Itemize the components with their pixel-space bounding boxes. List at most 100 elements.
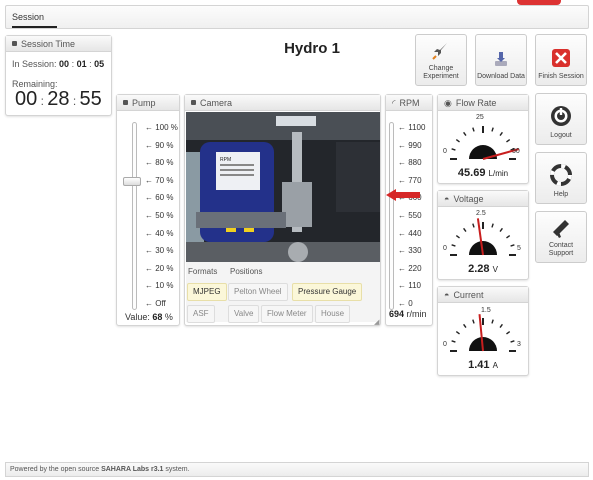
current-tick-mark [463, 323, 467, 328]
current-tick-mark [451, 340, 456, 343]
flow-rate-mid: 25 [476, 114, 484, 121]
voltage-unit: V [492, 265, 498, 274]
rpm-indicator-arrow-icon [386, 188, 420, 201]
format-mjpeg-button[interactable]: MJPEG [187, 283, 227, 301]
change-experiment-label: Change Experiment [423, 65, 459, 80]
panel-icon [12, 41, 17, 46]
pump-value-unit: % [164, 312, 173, 322]
power-icon [550, 105, 572, 127]
voltage-min: 0 [443, 245, 447, 252]
format-asf-button[interactable]: ASF [187, 305, 215, 323]
current-readout: 1.41 A [423, 359, 543, 371]
voltage-tick-mark [499, 227, 503, 232]
tick-arrow-icon: ← [398, 158, 409, 168]
voltage-tick-mark [506, 235, 511, 239]
flow-rate-value: 45.69 [457, 167, 486, 179]
flow-rate-max: 50 [512, 148, 520, 155]
in-session-seconds: 05 [94, 59, 105, 69]
pump-tick: ← Off [145, 299, 166, 308]
position-pressure-gauge-button[interactable]: Pressure Gauge [292, 283, 363, 301]
current-title: Current [453, 289, 484, 300]
voltage-tick-mark [491, 223, 494, 228]
tab-session[interactable]: Session [12, 12, 44, 22]
rpm-value: 694 [389, 309, 405, 319]
tick-arrow-icon: ← [398, 246, 409, 256]
flow-rate-tick-mark [472, 127, 475, 132]
position-pelton-wheel-button[interactable]: Pelton Wheel [228, 283, 288, 301]
rpm-tick-label: 0 [408, 299, 413, 308]
current-tick-mark [491, 319, 494, 324]
pump-value-row: Value: 68 % [125, 312, 173, 322]
rpm-tick-label: 550 [408, 211, 422, 220]
panel-icon [123, 100, 128, 105]
footer-prefix: Powered by the open source [10, 466, 102, 473]
pump-slider-track[interactable] [132, 122, 137, 310]
flow-rate-unit: L/min [488, 169, 509, 178]
current-tick-mark [455, 331, 460, 335]
flow-rate-tick-mark [463, 131, 467, 136]
finish-session-button[interactable]: Finish Session [535, 34, 587, 86]
pump-tick: ← 70 % [145, 176, 173, 185]
footer-brand[interactable]: SAHARA Labs r3.1 [101, 466, 163, 473]
positions-tab[interactable]: Positions [230, 267, 262, 276]
rpm-tick-label: 1100 [408, 123, 426, 132]
help-label: Help [553, 191, 569, 198]
voltage-tick-mark [455, 235, 460, 239]
pump-tick: ← 80 % [145, 158, 173, 167]
session-time-panel: Session Time In Session: 00 : 01 : 05 Re… [5, 35, 112, 116]
current-unit: A [492, 361, 498, 370]
voltage-tick-mark [463, 227, 467, 232]
tick-arrow-icon: ← [398, 140, 409, 150]
voltage-mid: 2.5 [476, 210, 486, 217]
remaining-hours: 00 [15, 88, 38, 110]
download-data-label: Download Data [477, 73, 525, 80]
formats-tab[interactable]: Formats [188, 267, 217, 276]
resize-handle-icon[interactable]: ◢ [374, 318, 379, 326]
rpm-tick: ← 330 [398, 246, 422, 255]
download-data-button[interactable]: Download Data [475, 34, 527, 86]
tick-arrow-icon: ← [398, 211, 409, 220]
pump-tick-label: 70 % [155, 175, 174, 185]
position-house-button[interactable]: House [315, 305, 351, 323]
in-session-label: In Session: [12, 59, 57, 69]
voltage-title: Voltage [453, 193, 484, 204]
tick-arrow-icon: ← [145, 123, 156, 132]
voltage-max: 5 [517, 245, 521, 252]
pump-tick: ← 30 % [145, 246, 173, 255]
position-flow-meter-button[interactable]: Flow Meter [261, 305, 313, 323]
rpm-tick: ← 770 [398, 176, 422, 185]
pump-tick: ← 60 % [145, 193, 173, 202]
pump-tick-label: 40 % [155, 228, 174, 238]
pump-tick-label: 100 % [155, 123, 178, 132]
eye-icon: ◉ [444, 97, 452, 108]
change-experiment-button[interactable]: Change Experiment [415, 34, 467, 86]
pump-slider-handle[interactable] [123, 176, 141, 186]
tick-arrow-icon: ← [145, 299, 156, 308]
lifebuoy-icon [550, 164, 572, 186]
rpm-tick-label: 770 [408, 175, 422, 185]
contact-support-button[interactable]: Contact Support [535, 211, 587, 263]
rpm-tick-label: 110 [408, 281, 421, 291]
pump-tick: ← 50 % [145, 211, 173, 220]
pump-header: Pump [117, 95, 179, 111]
session-time-title: Session Time [21, 38, 76, 49]
position-valve-button[interactable]: Valve [228, 305, 260, 323]
flow-rate-readout: 45.69 L/min [423, 167, 543, 179]
voltage-tick-mark [451, 244, 456, 247]
camera-title: Camera [200, 97, 233, 108]
panel-icon [191, 100, 196, 105]
tick-arrow-icon: ← [398, 123, 409, 132]
rpm-tick-label: 880 [408, 158, 422, 168]
pump-tick-label: Off [155, 299, 166, 308]
rocket-icon [430, 40, 452, 62]
flow-rate-tick-mark [451, 148, 456, 151]
gauge-icon: ◓ [444, 193, 450, 204]
contact-support-label: Contact Support [548, 242, 574, 257]
tick-arrow-icon: ← [145, 263, 156, 273]
current-min: 0 [443, 341, 447, 348]
session-time-header: Session Time [6, 36, 111, 52]
tick-arrow-icon: ← [398, 281, 409, 291]
logout-button[interactable]: Logout [535, 93, 587, 145]
voltage-tick-mark [510, 244, 515, 247]
current-header: ◓ Current [438, 287, 528, 303]
